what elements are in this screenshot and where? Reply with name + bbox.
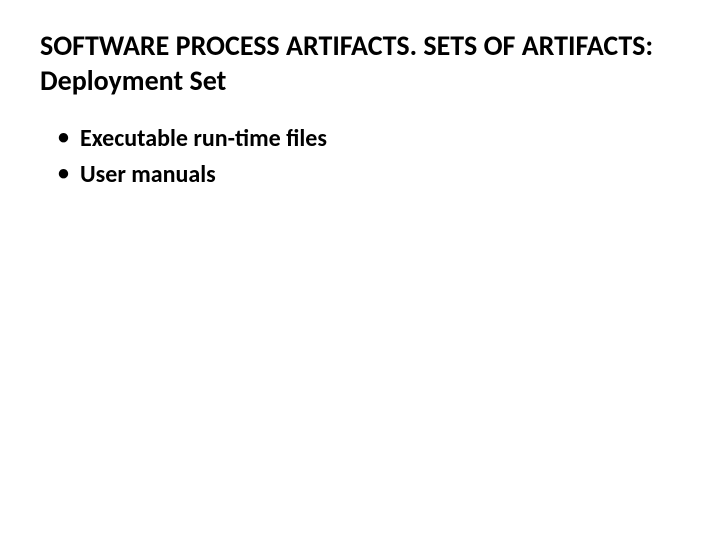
slide-title: SOFTWARE PROCESS ARTIFACTS. SETS OF ARTI… bbox=[40, 28, 680, 98]
list-item: Executable run-time files bbox=[58, 122, 680, 156]
bullet-list: Executable run-time files User manuals bbox=[40, 122, 680, 191]
list-item: User manuals bbox=[58, 158, 680, 192]
